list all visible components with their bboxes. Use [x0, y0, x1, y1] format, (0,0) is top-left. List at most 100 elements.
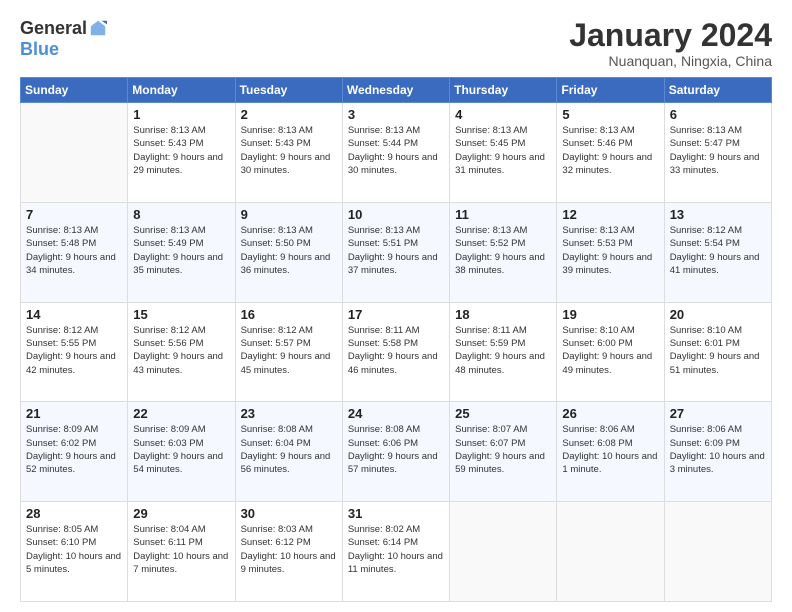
day-info: Sunrise: 8:08 AM Sunset: 6:06 PM Dayligh…	[348, 423, 444, 476]
calendar-header-row: Sunday Monday Tuesday Wednesday Thursday…	[21, 78, 772, 103]
day-info: Sunrise: 8:05 AM Sunset: 6:10 PM Dayligh…	[26, 523, 122, 576]
daylight-text: Daylight: 9 hours and 56 minutes.	[241, 451, 331, 475]
day-number: 6	[670, 107, 766, 122]
header-wednesday: Wednesday	[342, 78, 449, 103]
table-row: 13 Sunrise: 8:12 AM Sunset: 5:54 PM Dayl…	[664, 202, 771, 302]
sunrise-text: Sunrise: 8:10 AM	[670, 325, 742, 336]
day-info: Sunrise: 8:13 AM Sunset: 5:48 PM Dayligh…	[26, 224, 122, 277]
title-block: January 2024 Nuanquan, Ningxia, China	[569, 18, 772, 69]
day-number: 11	[455, 207, 551, 222]
table-row: 27 Sunrise: 8:06 AM Sunset: 6:09 PM Dayl…	[664, 402, 771, 502]
calendar-week-row: 28 Sunrise: 8:05 AM Sunset: 6:10 PM Dayl…	[21, 502, 772, 602]
day-number: 25	[455, 406, 551, 421]
daylight-text: Daylight: 9 hours and 39 minutes.	[562, 252, 652, 276]
table-row: 1 Sunrise: 8:13 AM Sunset: 5:43 PM Dayli…	[128, 103, 235, 203]
day-number: 19	[562, 307, 658, 322]
day-info: Sunrise: 8:12 AM Sunset: 5:56 PM Dayligh…	[133, 324, 229, 377]
daylight-text: Daylight: 9 hours and 29 minutes.	[133, 152, 223, 176]
day-info: Sunrise: 8:10 AM Sunset: 6:00 PM Dayligh…	[562, 324, 658, 377]
day-info: Sunrise: 8:11 AM Sunset: 5:59 PM Dayligh…	[455, 324, 551, 377]
day-info: Sunrise: 8:07 AM Sunset: 6:07 PM Dayligh…	[455, 423, 551, 476]
sunset-text: Sunset: 5:58 PM	[348, 338, 418, 349]
day-info: Sunrise: 8:13 AM Sunset: 5:52 PM Dayligh…	[455, 224, 551, 277]
day-number: 20	[670, 307, 766, 322]
daylight-text: Daylight: 9 hours and 30 minutes.	[241, 152, 331, 176]
day-number: 16	[241, 307, 337, 322]
sunrise-text: Sunrise: 8:05 AM	[26, 524, 98, 535]
table-row	[450, 502, 557, 602]
sunset-text: Sunset: 6:04 PM	[241, 438, 311, 449]
table-row: 31 Sunrise: 8:02 AM Sunset: 6:14 PM Dayl…	[342, 502, 449, 602]
sunrise-text: Sunrise: 8:08 AM	[348, 424, 420, 435]
sunrise-text: Sunrise: 8:07 AM	[455, 424, 527, 435]
sunrise-text: Sunrise: 8:13 AM	[133, 225, 205, 236]
sunset-text: Sunset: 5:46 PM	[562, 138, 632, 149]
logo: General Blue	[20, 18, 107, 60]
day-number: 18	[455, 307, 551, 322]
table-row: 30 Sunrise: 8:03 AM Sunset: 6:12 PM Dayl…	[235, 502, 342, 602]
table-row: 20 Sunrise: 8:10 AM Sunset: 6:01 PM Dayl…	[664, 302, 771, 402]
sunrise-text: Sunrise: 8:12 AM	[26, 325, 98, 336]
day-info: Sunrise: 8:13 AM Sunset: 5:47 PM Dayligh…	[670, 124, 766, 177]
daylight-text: Daylight: 9 hours and 52 minutes.	[26, 451, 116, 475]
calendar-week-row: 21 Sunrise: 8:09 AM Sunset: 6:02 PM Dayl…	[21, 402, 772, 502]
daylight-text: Daylight: 9 hours and 54 minutes.	[133, 451, 223, 475]
sunset-text: Sunset: 5:55 PM	[26, 338, 96, 349]
daylight-text: Daylight: 9 hours and 42 minutes.	[26, 351, 116, 375]
daylight-text: Daylight: 9 hours and 57 minutes.	[348, 451, 438, 475]
table-row: 11 Sunrise: 8:13 AM Sunset: 5:52 PM Dayl…	[450, 202, 557, 302]
month-title: January 2024	[569, 18, 772, 53]
table-row: 18 Sunrise: 8:11 AM Sunset: 5:59 PM Dayl…	[450, 302, 557, 402]
sunrise-text: Sunrise: 8:10 AM	[562, 325, 634, 336]
day-info: Sunrise: 8:02 AM Sunset: 6:14 PM Dayligh…	[348, 523, 444, 576]
sunrise-text: Sunrise: 8:13 AM	[241, 225, 313, 236]
table-row: 7 Sunrise: 8:13 AM Sunset: 5:48 PM Dayli…	[21, 202, 128, 302]
calendar-week-row: 7 Sunrise: 8:13 AM Sunset: 5:48 PM Dayli…	[21, 202, 772, 302]
sunrise-text: Sunrise: 8:09 AM	[26, 424, 98, 435]
daylight-text: Daylight: 9 hours and 43 minutes.	[133, 351, 223, 375]
sunrise-text: Sunrise: 8:13 AM	[348, 225, 420, 236]
sunset-text: Sunset: 5:52 PM	[455, 238, 525, 249]
day-info: Sunrise: 8:13 AM Sunset: 5:50 PM Dayligh…	[241, 224, 337, 277]
sunset-text: Sunset: 6:11 PM	[133, 537, 203, 548]
calendar-table: Sunday Monday Tuesday Wednesday Thursday…	[20, 77, 772, 602]
daylight-text: Daylight: 10 hours and 7 minutes.	[133, 551, 228, 575]
table-row: 28 Sunrise: 8:05 AM Sunset: 6:10 PM Dayl…	[21, 502, 128, 602]
sunrise-text: Sunrise: 8:06 AM	[562, 424, 634, 435]
day-info: Sunrise: 8:13 AM Sunset: 5:44 PM Dayligh…	[348, 124, 444, 177]
logo-icon	[89, 19, 107, 37]
table-row: 24 Sunrise: 8:08 AM Sunset: 6:06 PM Dayl…	[342, 402, 449, 502]
table-row: 15 Sunrise: 8:12 AM Sunset: 5:56 PM Dayl…	[128, 302, 235, 402]
table-row: 3 Sunrise: 8:13 AM Sunset: 5:44 PM Dayli…	[342, 103, 449, 203]
sunrise-text: Sunrise: 8:12 AM	[670, 225, 742, 236]
table-row: 14 Sunrise: 8:12 AM Sunset: 5:55 PM Dayl…	[21, 302, 128, 402]
day-number: 2	[241, 107, 337, 122]
day-number: 3	[348, 107, 444, 122]
sunset-text: Sunset: 6:02 PM	[26, 438, 96, 449]
sunset-text: Sunset: 5:48 PM	[26, 238, 96, 249]
day-info: Sunrise: 8:13 AM Sunset: 5:51 PM Dayligh…	[348, 224, 444, 277]
table-row: 9 Sunrise: 8:13 AM Sunset: 5:50 PM Dayli…	[235, 202, 342, 302]
daylight-text: Daylight: 9 hours and 46 minutes.	[348, 351, 438, 375]
daylight-text: Daylight: 9 hours and 41 minutes.	[670, 252, 760, 276]
daylight-text: Daylight: 10 hours and 3 minutes.	[670, 451, 765, 475]
daylight-text: Daylight: 9 hours and 45 minutes.	[241, 351, 331, 375]
sunrise-text: Sunrise: 8:13 AM	[348, 125, 420, 136]
daylight-text: Daylight: 9 hours and 48 minutes.	[455, 351, 545, 375]
day-info: Sunrise: 8:12 AM Sunset: 5:54 PM Dayligh…	[670, 224, 766, 277]
day-info: Sunrise: 8:13 AM Sunset: 5:43 PM Dayligh…	[133, 124, 229, 177]
day-info: Sunrise: 8:10 AM Sunset: 6:01 PM Dayligh…	[670, 324, 766, 377]
table-row: 21 Sunrise: 8:09 AM Sunset: 6:02 PM Dayl…	[21, 402, 128, 502]
sunset-text: Sunset: 5:47 PM	[670, 138, 740, 149]
day-number: 22	[133, 406, 229, 421]
sunset-text: Sunset: 6:10 PM	[26, 537, 96, 548]
day-number: 13	[670, 207, 766, 222]
table-row: 12 Sunrise: 8:13 AM Sunset: 5:53 PM Dayl…	[557, 202, 664, 302]
table-row: 26 Sunrise: 8:06 AM Sunset: 6:08 PM Dayl…	[557, 402, 664, 502]
sunset-text: Sunset: 5:44 PM	[348, 138, 418, 149]
daylight-text: Daylight: 9 hours and 31 minutes.	[455, 152, 545, 176]
day-number: 23	[241, 406, 337, 421]
day-number: 14	[26, 307, 122, 322]
daylight-text: Daylight: 10 hours and 11 minutes.	[348, 551, 443, 575]
sunset-text: Sunset: 5:45 PM	[455, 138, 525, 149]
